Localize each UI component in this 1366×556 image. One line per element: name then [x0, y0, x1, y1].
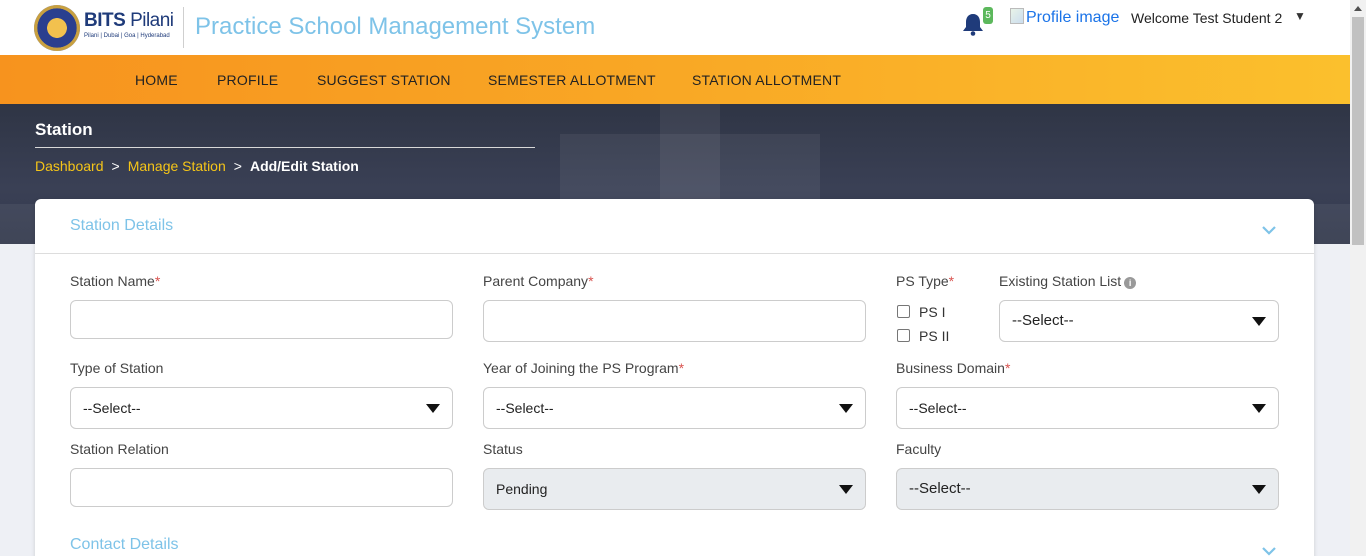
profile-image[interactable]: Profile image [1010, 8, 1119, 27]
station-relation-label: Station Relation [70, 441, 169, 457]
station-details-card: Station Details Station Name* Parent Com… [35, 199, 1314, 556]
business-domain-value: --Select-- [909, 400, 967, 416]
nav-semester-allotment[interactable]: SEMESTER ALLOTMENT [488, 72, 656, 88]
notification-badge: 5 [983, 7, 993, 24]
status-value: Pending [496, 481, 548, 497]
required-mark: * [588, 273, 594, 289]
existing-station-label-text: Existing Station List [999, 273, 1122, 289]
info-icon[interactable]: i [1124, 277, 1137, 289]
faculty-value: --Select-- [909, 480, 971, 497]
breadcrumb-separator: > [233, 158, 242, 174]
business-domain-label-text: Business Domain [896, 360, 1005, 376]
contact-collapse-chevron-icon[interactable] [1262, 544, 1276, 556]
nav-home[interactable]: HOME [135, 72, 178, 88]
dropdown-caret-icon [426, 404, 440, 413]
notification-bell-icon[interactable] [962, 12, 984, 36]
station-name-label: Station Name* [70, 273, 160, 289]
bits-logo-icon[interactable] [34, 5, 80, 51]
main-nav: HOME PROFILE SUGGEST STATION SEMESTER AL… [0, 55, 1350, 104]
breadcrumb-current: Add/Edit Station [249, 158, 359, 174]
dropdown-caret-icon [839, 485, 853, 494]
business-domain-select[interactable]: --Select-- [896, 387, 1279, 429]
nav-profile[interactable]: PROFILE [217, 72, 278, 88]
type-of-station-label: Type of Station [70, 360, 164, 376]
scroll-up-arrow-icon[interactable] [1350, 0, 1366, 17]
title-underline [35, 147, 535, 148]
logo-text-bold: BITS [84, 10, 126, 31]
required-mark: * [1004, 360, 1011, 376]
ps-type-label: PS Type* [896, 273, 954, 289]
station-name-input[interactable] [70, 300, 453, 339]
nav-suggest-station[interactable]: SUGGEST STATION [317, 72, 451, 88]
parent-company-label-text: Parent Company [483, 273, 589, 289]
existing-station-value: --Select-- [1012, 312, 1074, 329]
user-menu-caret-icon[interactable]: ▼ [1294, 9, 1306, 23]
app-title: Practice School Management System [195, 13, 596, 40]
year-joining-label-text: Year of Joining the PS Program [483, 360, 679, 376]
contact-details-title[interactable]: Contact Details [70, 536, 179, 554]
faculty-select[interactable]: --Select-- [896, 468, 1279, 510]
dropdown-caret-icon [839, 404, 853, 413]
required-mark: * [678, 360, 685, 376]
status-select[interactable]: Pending [483, 468, 866, 510]
top-header: BITS Pilani Pilani | Dubai | Goa | Hyder… [0, 0, 1350, 55]
breadcrumb: Dashboard > Manage Station > Add/Edit Statio… [35, 158, 359, 174]
ps1-checkbox[interactable] [897, 305, 910, 318]
station-name-label-text: Station Name [70, 273, 155, 289]
year-joining-value: --Select-- [496, 400, 554, 416]
nav-station-allotment[interactable]: STATION ALLOTMENT [692, 72, 841, 88]
dropdown-caret-icon [1252, 317, 1266, 326]
breadcrumb-manage-station[interactable]: Manage Station [128, 158, 226, 174]
year-joining-select[interactable]: --Select-- [483, 387, 866, 429]
station-relation-input[interactable] [70, 468, 453, 507]
header-divider [183, 7, 184, 48]
existing-station-label: Existing Station List i [999, 273, 1137, 289]
logo-text: BITS Pilani [84, 10, 174, 32]
logo-text-light: Pilani [130, 10, 174, 31]
ps2-label[interactable]: PS II [919, 328, 949, 344]
existing-station-select[interactable]: --Select-- [999, 300, 1279, 342]
breadcrumb-separator: > [111, 158, 120, 174]
collapse-chevron-icon[interactable] [1262, 223, 1276, 237]
required-mark: * [154, 273, 161, 289]
year-joining-label: Year of Joining the PS Program* [483, 360, 684, 376]
page-scrollbar[interactable] [1350, 0, 1366, 556]
section-title[interactable]: Station Details [70, 217, 173, 235]
type-of-station-value: --Select-- [83, 400, 141, 416]
station-details-header[interactable]: Station Details [35, 199, 1314, 254]
business-domain-label: Business Domain* [896, 360, 1010, 376]
faculty-label: Faculty [896, 441, 942, 457]
parent-company-input[interactable] [483, 300, 866, 342]
status-label: Status [483, 441, 523, 457]
ps-type-label-text: PS Type [896, 273, 949, 289]
breadcrumb-dashboard[interactable]: Dashboard [35, 158, 104, 174]
scrollbar-thumb[interactable] [1352, 17, 1364, 245]
profile-image-alt: Profile image [1026, 9, 1120, 26]
ps2-checkbox[interactable] [897, 329, 910, 342]
dropdown-caret-icon [1252, 485, 1266, 494]
page-title: Station [35, 120, 93, 139]
required-mark: * [948, 273, 955, 289]
ps1-label[interactable]: PS I [919, 304, 945, 320]
type-of-station-select[interactable]: --Select-- [70, 387, 453, 429]
logo-subtitle: Pilani | Dubai | Goa | Hyderabad [84, 33, 170, 39]
welcome-user[interactable]: Welcome Test Student 2 [1131, 10, 1282, 26]
dropdown-caret-icon [1252, 404, 1266, 413]
broken-image-icon [1010, 8, 1024, 24]
parent-company-label: Parent Company* [483, 273, 594, 289]
